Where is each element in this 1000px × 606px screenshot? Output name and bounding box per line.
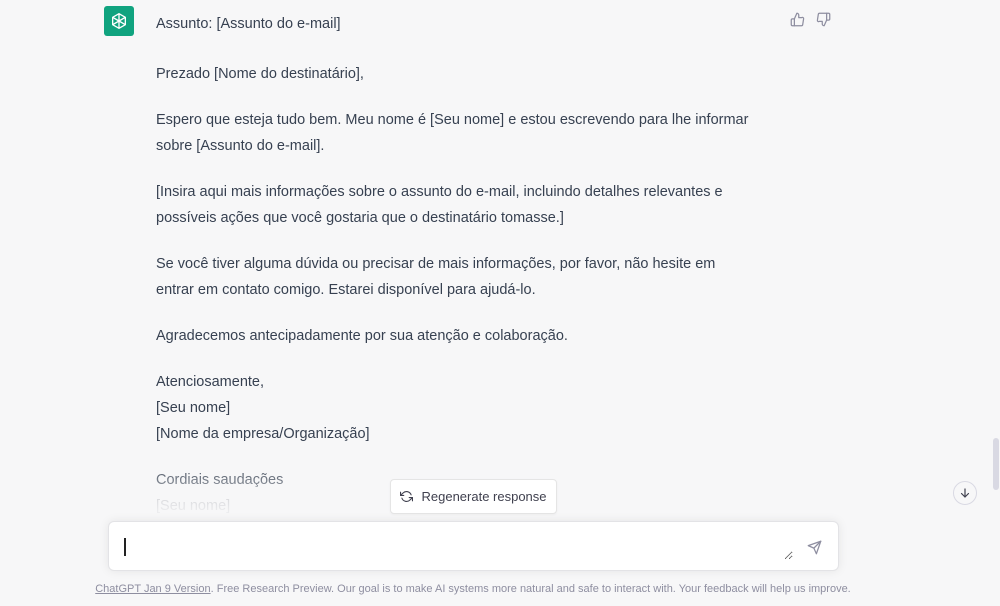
paragraph-line: possíveis ações que você gostaria que o … [156,210,564,226]
paragraph-line: Espero que esteja tudo bem. Meu nome é [… [156,112,749,128]
thumbs-up-button[interactable] [788,10,806,28]
email-subject: Assunto: [Assunto do e-mail] [156,16,341,32]
message-composer [108,521,839,571]
chat-window: Assunto: [Assunto do e-mail] Prezado [No… [0,0,1000,606]
footer-disclaimer: ChatGPT Jan 9 Version. Free Research Pre… [0,583,946,595]
refresh-icon [400,491,414,502]
thumbs-down-button[interactable] [814,10,832,28]
regenerate-response-button[interactable]: Regenerate response [390,479,557,514]
footer-text: . Free Research Preview. Our goal is to … [210,583,851,595]
send-button[interactable] [804,537,824,557]
openai-logo-icon [112,13,127,30]
closing-name: [Seu nome] [156,400,231,416]
scrollbar-thumb[interactable] [993,438,999,490]
feedback-buttons [788,10,832,28]
version-link[interactable]: ChatGPT Jan 9 Version [95,583,210,595]
paragraph-line: [Insira aqui mais informações sobre o as… [156,184,723,200]
thumbs-up-icon [790,12,804,26]
greeting-text: Prezado [Nome do destinatário], [156,66,364,82]
closing-company: [Nome da empresa/Organização] [156,426,370,442]
prompt-input[interactable] [123,534,793,560]
message-content: Assunto: [Assunto do e-mail] Prezado [No… [156,13,796,539]
send-icon [807,540,821,554]
scroll-to-bottom-button[interactable] [953,481,977,505]
thanks-paragraph: Agradecemos antecipadamente por sua aten… [156,323,796,349]
paragraph-line: Agradecemos antecipadamente por sua aten… [156,328,568,344]
assistant-avatar [104,6,134,36]
closing-paragraph: Atenciosamente, [Seu nome] [Nome da empr… [156,369,796,447]
closing-text: Atenciosamente, [156,374,265,390]
paragraph-line: Se você tiver alguma dúvida ou precisar … [156,256,716,272]
paragraph-line: sobre [Assunto do e-mail]. [156,138,325,154]
paragraph-line: entrar em contato comigo. Estarei dispon… [156,282,536,298]
details-paragraph: [Insira aqui mais informações sobre o as… [156,179,796,231]
greeting-paragraph: Prezado [Nome do destinatário], [156,61,796,87]
regenerate-label: Regenerate response [421,489,547,504]
thumbs-down-icon [816,12,830,26]
scrollbar[interactable] [992,0,1000,606]
text-caret [124,538,126,556]
intro-paragraph: Espero que esteja tudo bem. Meu nome é [… [156,107,796,159]
arrow-down-icon [960,488,970,498]
contact-paragraph: Se você tiver alguma dúvida ou precisar … [156,251,796,303]
